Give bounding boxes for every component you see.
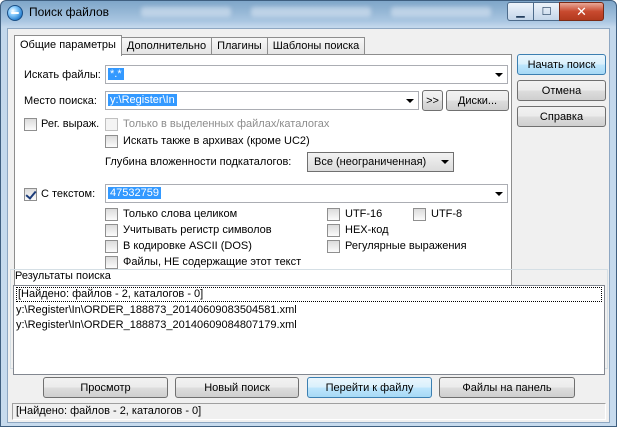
utf8-checkbox[interactable] xyxy=(413,208,426,221)
cancel-button[interactable]: Отмена xyxy=(517,80,606,101)
with-text-checkbox[interactable] xyxy=(24,188,37,201)
not-contain-checkbox[interactable] xyxy=(105,256,118,269)
tab-plugins[interactable]: Плагины xyxy=(211,37,268,55)
regex-text-checkbox[interactable] xyxy=(327,240,340,253)
files-combo[interactable]: *.* xyxy=(105,65,508,84)
text-value: 47532759 xyxy=(108,187,161,199)
depth-select[interactable]: Все (неограниченная) xyxy=(307,152,454,172)
start-search-button[interactable]: Начать поиск xyxy=(517,54,606,75)
location-value: y:\Register\In xyxy=(108,94,177,106)
help-button[interactable]: Справка xyxy=(517,106,606,127)
tab-general[interactable]: Общие параметры xyxy=(14,35,122,56)
files-label: Искать файлы: xyxy=(24,69,101,81)
dropdown-arrow-icon xyxy=(441,160,449,164)
dropdown-arrow-icon xyxy=(495,192,503,196)
list-item[interactable]: y:\Register\In\ORDER_188873_201406090835… xyxy=(16,304,297,319)
ascii-checkbox[interactable] xyxy=(105,240,118,253)
location-label: Место поиска: xyxy=(24,95,97,107)
background-title-blur xyxy=(251,7,371,17)
dropdown-arrow-icon xyxy=(406,99,414,103)
files-value: *.* xyxy=(108,68,124,80)
regex-checkbox[interactable] xyxy=(24,118,37,131)
archives-label: Искать также в архивах (кроме UC2) xyxy=(123,135,310,147)
maximize-button[interactable]: ☐ xyxy=(533,2,560,21)
drives-button[interactable]: Диски... xyxy=(446,90,509,111)
case-label: Учитывать регистр символов xyxy=(123,224,272,236)
goto-file-button[interactable]: Перейти к файлу xyxy=(307,377,432,398)
dropdown-arrow-icon xyxy=(495,73,503,77)
files-to-panel-button[interactable]: Файлы на панель xyxy=(439,377,575,398)
utf16-label: UTF-16 xyxy=(345,208,383,220)
window-title: Поиск файлов xyxy=(29,5,110,19)
tab-strip: Общие параметры Дополнительно Плагины Ша… xyxy=(14,35,366,56)
app-icon xyxy=(7,5,23,21)
minimize-button[interactable]: ▁ xyxy=(507,2,534,21)
divider xyxy=(21,179,507,180)
depth-label: Глубина вложенности подкаталогов: xyxy=(105,156,292,168)
case-checkbox[interactable] xyxy=(105,224,118,237)
regex-label: Рег. выраж. xyxy=(41,118,100,130)
location-combo[interactable]: y:\Register\In xyxy=(105,91,419,110)
utf8-label: UTF-8 xyxy=(431,208,463,220)
minimize-icon: ▁ xyxy=(516,6,525,18)
results-list[interactable]: [Найдено: файлов - 2, каталогов - 0] y:\… xyxy=(13,285,605,375)
whole-words-label: Только слова целиком xyxy=(123,208,238,220)
archives-checkbox[interactable] xyxy=(105,135,118,148)
general-tab-panel: Искать файлы: *.* Место поиска: y:\Regis… xyxy=(14,54,512,287)
depth-value: Все (неограниченная) xyxy=(314,156,427,168)
hex-checkbox[interactable] xyxy=(327,224,340,237)
hex-label: HEX-код xyxy=(345,224,389,236)
background-title-blur xyxy=(391,7,491,17)
find-files-window: Поиск файлов ▁ ☐ ✕ Общие параметры Допол… xyxy=(0,0,617,427)
utf16-checkbox[interactable] xyxy=(327,208,340,221)
background-title-blur xyxy=(141,7,231,17)
dialog-client: Общие параметры Дополнительно Плагины Ша… xyxy=(7,28,610,423)
text-combo[interactable]: 47532759 xyxy=(105,184,508,203)
ascii-label: В кодировке ASCII (DOS) xyxy=(123,240,252,252)
title-bar: Поиск файлов ▁ ☐ ✕ xyxy=(1,1,616,25)
list-item[interactable]: [Найдено: файлов - 2, каталогов - 0] xyxy=(16,287,602,302)
close-button[interactable]: ✕ xyxy=(559,2,604,21)
whole-words-checkbox[interactable] xyxy=(105,208,118,221)
new-search-button[interactable]: Новый поиск xyxy=(175,377,299,398)
tab-advanced[interactable]: Дополнительно xyxy=(120,37,213,55)
regex-text-label: Регулярные выражения xyxy=(345,240,467,252)
view-button[interactable]: Просмотр xyxy=(43,377,168,398)
list-item[interactable]: y:\Register\In\ORDER_188873_201406090848… xyxy=(16,319,297,334)
close-icon: ✕ xyxy=(576,3,587,19)
with-text-label: С текстом: xyxy=(41,188,96,200)
tab-templates[interactable]: Шаблоны поиска xyxy=(266,37,366,55)
only-selected-label: Только в выделенных файлах/каталогах xyxy=(123,118,330,130)
only-selected-checkbox[interactable] xyxy=(105,118,118,131)
not-contain-label: Файлы, НЕ содержащие этот текст xyxy=(123,256,302,268)
browse-arrows-button[interactable]: >> xyxy=(422,90,443,111)
maximize-icon: ☐ xyxy=(541,6,552,18)
status-bar: [Найдено: файлов - 2, каталогов - 0] xyxy=(12,403,606,420)
results-label: Результаты поиска xyxy=(15,270,111,282)
